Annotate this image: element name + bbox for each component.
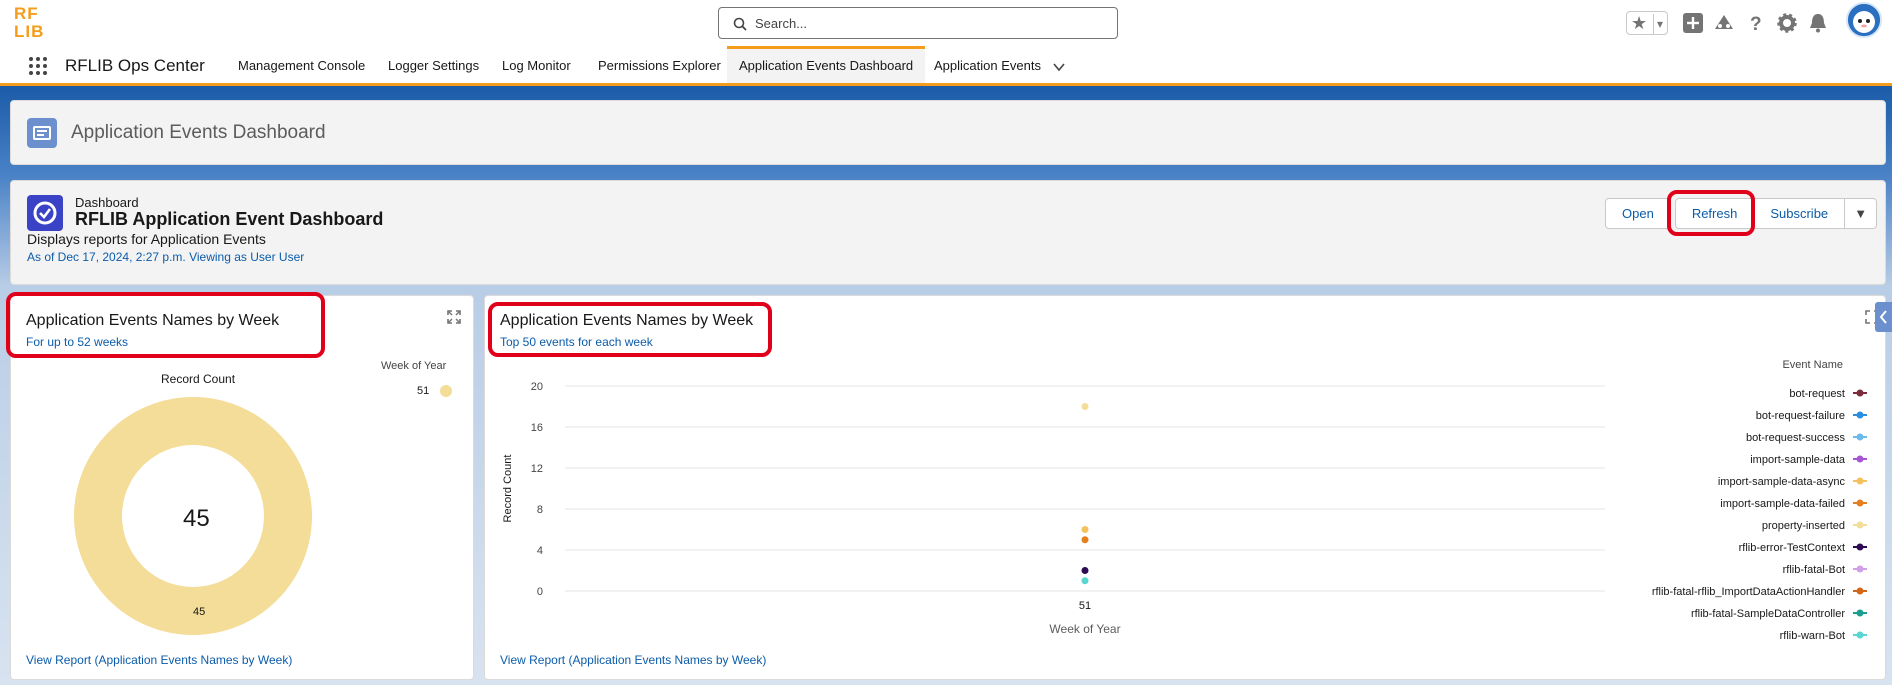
data-point-property-inserted[interactable] <box>1081 403 1089 410</box>
legend-item-label[interactable]: rflib-warn-Bot <box>1780 630 1845 642</box>
legend-swatch-dot <box>1856 543 1864 551</box>
y-tick-label: 16 <box>531 422 543 434</box>
notification-bell-icon[interactable] <box>1807 12 1829 34</box>
donut-center-total: 45 <box>183 505 210 532</box>
help-icon[interactable]: ? <box>1745 12 1767 34</box>
svg-text:LIB: LIB <box>14 22 44 40</box>
dashboard-kind-label: Dashboard <box>75 195 139 210</box>
donut-slice-label: 45 <box>193 606 206 618</box>
app-name: RFLIB Ops Center <box>65 56 205 75</box>
data-point-rflib-warn-Bot[interactable] <box>1081 577 1089 585</box>
y-tick-label: 12 <box>531 463 543 475</box>
nav-item-application-events[interactable]: Application Events <box>922 46 1053 83</box>
y-tick-label: 4 <box>537 545 543 557</box>
right-title-highlight <box>488 302 772 357</box>
search-icon <box>733 17 747 31</box>
donut-legend-label: 51 <box>417 385 430 397</box>
chevron-down-icon[interactable] <box>1052 60 1066 74</box>
more-actions-button[interactable]: ▼ <box>1845 198 1878 229</box>
nav-item-log-monitor[interactable]: Log Monitor <box>490 46 583 83</box>
nav-item-logger-settings[interactable]: Logger Settings <box>376 46 491 83</box>
legend-swatch-dot <box>1856 609 1864 617</box>
legend-swatch-dot <box>1856 477 1864 485</box>
chevron-down-icon: ▼ <box>1854 206 1868 221</box>
legend-item-label[interactable]: rflib-fatal-SampleDataController <box>1691 608 1845 620</box>
chevron-left-icon <box>1879 310 1887 324</box>
legend-item-label[interactable]: bot-request-failure <box>1756 410 1845 422</box>
rflib-logo[interactable]: RF LIB <box>14 4 54 41</box>
chevron-down-icon[interactable]: ▾ <box>1653 14 1663 34</box>
donut-chart-title: Record Count <box>161 372 236 386</box>
page-header: Application Events Dashboard <box>10 100 1886 165</box>
y-tick-label: 0 <box>537 586 543 598</box>
legend-item-label[interactable]: rflib-fatal-rflib_ImportDataActionHandle… <box>1652 586 1846 598</box>
donut-legend-title: Week of Year <box>381 360 447 372</box>
dashboard-tab-icon <box>27 118 57 148</box>
nav-item-permissions-explorer[interactable]: Permissions Explorer <box>586 46 733 83</box>
legend-item-label[interactable]: import-sample-data-async <box>1718 476 1846 488</box>
side-panel-toggle[interactable] <box>1875 302 1892 332</box>
legend-item-label[interactable]: rflib-fatal-Bot <box>1783 564 1845 576</box>
data-point-rflib-error-TestContext[interactable] <box>1081 567 1089 574</box>
y-tick-label: 20 <box>531 381 543 393</box>
nav-item-application-events-dashboard[interactable]: Application Events Dashboard <box>727 46 926 83</box>
view-report-link[interactable]: View Report (Application Events Names by… <box>26 653 292 667</box>
legend-title: Event Name <box>1782 359 1843 371</box>
expand-icon[interactable] <box>447 310 461 324</box>
legend-swatch-dot <box>1856 455 1864 463</box>
legend-item-label[interactable]: property-inserted <box>1762 520 1845 532</box>
dashboard-description: Displays reports for Application Events <box>27 231 266 247</box>
legend-swatch-dot <box>1856 411 1864 419</box>
legend-swatch-dot <box>1856 631 1864 639</box>
app-launcher-icon[interactable] <box>28 56 48 76</box>
global-search[interactable] <box>718 7 1118 39</box>
view-report-link[interactable]: View Report (Application Events Names by… <box>500 653 766 667</box>
global-header: RF LIB ★ ▾ ? <box>0 0 1892 46</box>
dashboard-as-of[interactable]: As of Dec 17, 2024, 2:27 p.m. Viewing as… <box>27 250 304 264</box>
legend-swatch-dot <box>1856 587 1864 595</box>
legend-swatch-dot <box>1856 389 1864 397</box>
app-nav-bar: RFLIB Ops Center Management Console Logg… <box>0 46 1892 86</box>
nav-item-management-console[interactable]: Management Console <box>226 46 377 83</box>
legend-item-label[interactable]: bot-request <box>1789 388 1845 400</box>
data-point-import-sample-data-failed[interactable] <box>1081 536 1089 544</box>
x-axis-label: Week of Year <box>1049 622 1120 636</box>
dashboard-type-icon <box>27 195 63 231</box>
gauge-icon <box>33 201 57 225</box>
astro-avatar-icon <box>1848 4 1880 36</box>
dashboard-name: RFLIB Application Event Dashboard <box>75 209 384 229</box>
legend-swatch-dot <box>1856 499 1864 507</box>
y-axis-label: Record Count <box>502 455 514 523</box>
legend-item-label[interactable]: rflib-error-TestContext <box>1739 542 1845 554</box>
global-actions-icon[interactable] <box>1682 12 1704 34</box>
legend-swatch-dot <box>1856 433 1864 441</box>
rflib-logo-icon: RF LIB <box>14 4 44 41</box>
donut-legend-swatch[interactable] <box>439 384 453 398</box>
dashboard-icon <box>33 126 51 140</box>
legend-item-label[interactable]: import-sample-data <box>1750 454 1846 466</box>
search-input[interactable] <box>755 12 1095 34</box>
subscribe-button[interactable]: Subscribe <box>1754 198 1846 229</box>
gear-icon[interactable] <box>1776 12 1798 34</box>
dashboard-header: Dashboard RFLIB Application Event Dashbo… <box>10 180 1886 285</box>
left-title-highlight <box>6 292 325 358</box>
data-point-import-sample-data-async[interactable] <box>1081 526 1089 533</box>
open-button[interactable]: Open <box>1605 198 1671 229</box>
x-tick-label: 51 <box>1079 600 1091 612</box>
legend-item-label[interactable]: import-sample-data-failed <box>1720 498 1845 510</box>
svg-text:RF: RF <box>14 4 39 23</box>
legend-item-label[interactable]: bot-request-success <box>1746 432 1846 444</box>
legend-swatch-dot <box>1856 565 1864 573</box>
favorites-button[interactable]: ★ ▾ <box>1626 11 1668 35</box>
star-icon: ★ <box>1631 13 1648 33</box>
user-avatar[interactable] <box>1846 2 1882 38</box>
trailhead-icon[interactable] <box>1713 12 1735 34</box>
legend-swatch-dot <box>1856 521 1864 529</box>
page-title: Application Events Dashboard <box>71 122 326 143</box>
y-tick-label: 8 <box>537 504 543 516</box>
svg-text:?: ? <box>1750 14 1762 34</box>
refresh-highlight <box>1667 190 1755 236</box>
